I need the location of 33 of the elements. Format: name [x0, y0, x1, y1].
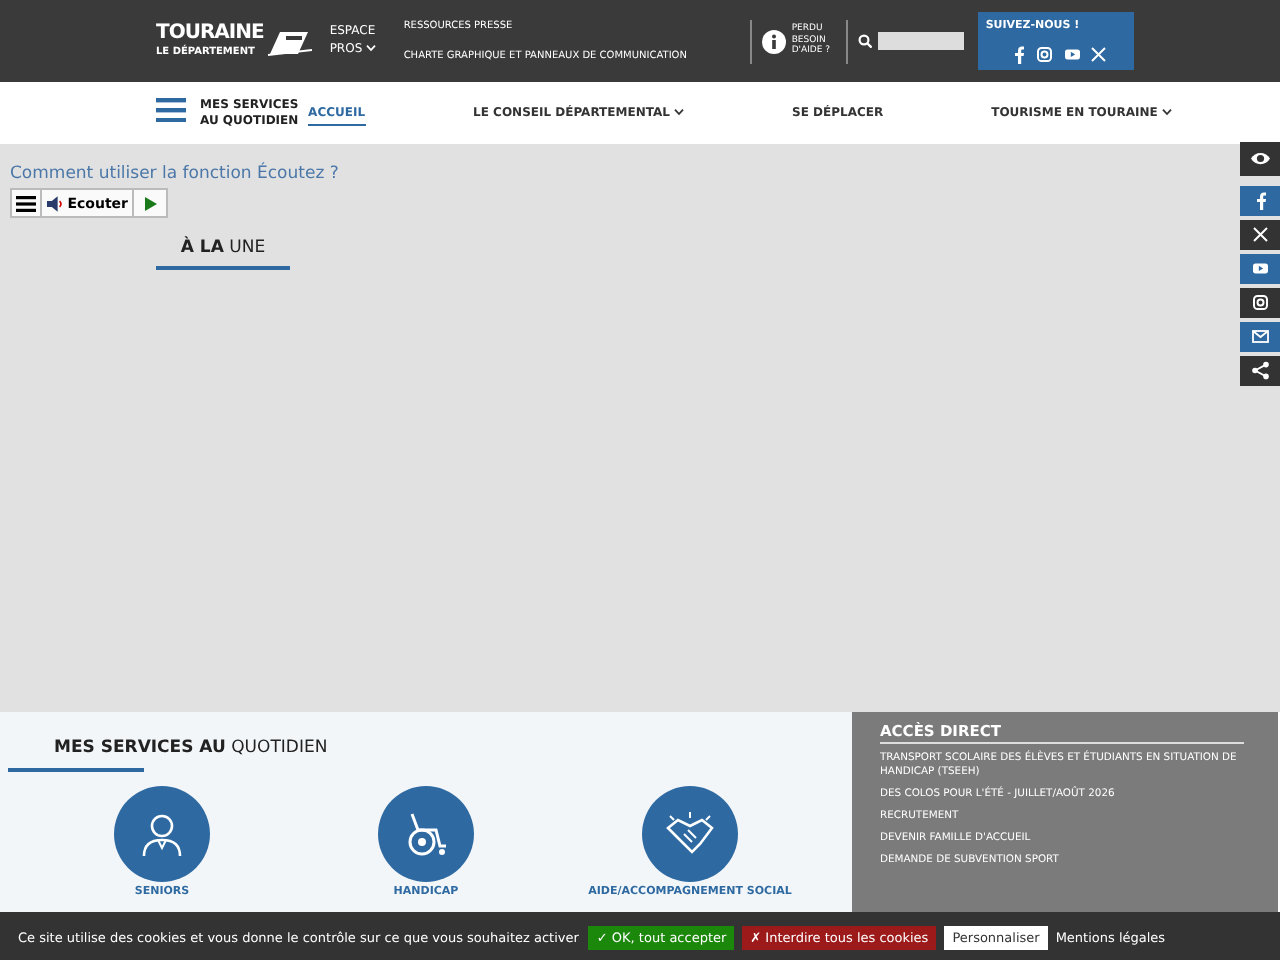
person-icon	[138, 810, 186, 858]
play-icon	[143, 195, 157, 211]
mail-icon	[1249, 326, 1271, 348]
service-circle[interactable]	[642, 786, 738, 882]
search-icon[interactable]	[857, 34, 872, 48]
youtube-icon[interactable]	[1061, 44, 1083, 65]
youtube-button[interactable]	[1240, 254, 1280, 284]
help-link[interactable]: Comment utiliser la fonction Écoutez ?	[10, 164, 339, 184]
menu-button[interactable]	[12, 190, 42, 216]
logo-title[interactable]: TOURAINE	[156, 24, 264, 44]
speaker-icon	[46, 195, 64, 211]
service-circle[interactable]	[114, 786, 210, 882]
play-button[interactable]	[134, 190, 166, 216]
x-icon	[1249, 224, 1271, 246]
mail-button[interactable]	[1240, 322, 1280, 352]
facebook-button[interactable]	[1240, 186, 1280, 216]
instagram-button[interactable]	[1240, 288, 1280, 318]
info-icon[interactable]	[761, 29, 786, 53]
search-field[interactable]	[877, 32, 964, 50]
menu-icon[interactable]	[156, 98, 186, 122]
instagram-icon[interactable]	[1034, 44, 1056, 65]
instagram-icon	[1249, 292, 1271, 314]
section-heading: À LA UNE	[156, 238, 290, 270]
menu-icon	[16, 195, 36, 211]
x-icon[interactable]	[1088, 44, 1110, 65]
service-circle[interactable]	[378, 786, 474, 882]
chevron-icon	[366, 43, 377, 51]
section-heading: MES SERVICES AU QUOTIDIEN	[54, 738, 330, 758]
share-icon	[1249, 360, 1271, 382]
share-button[interactable]	[1240, 356, 1280, 386]
eye-button[interactable]	[1240, 142, 1280, 176]
eye-icon	[1249, 148, 1271, 170]
x-button[interactable]	[1240, 220, 1280, 250]
